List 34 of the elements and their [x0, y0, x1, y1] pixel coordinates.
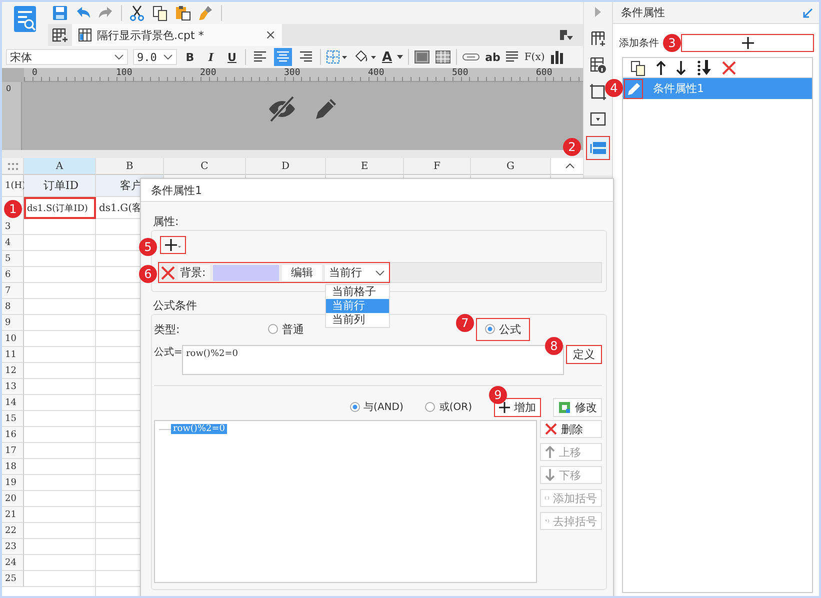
panel-title: 条件属性 — [621, 5, 665, 20]
row-number: 8 — [2, 299, 24, 315]
row-number: 19 — [2, 475, 24, 491]
vertical-ruler: 0 — [2, 82, 22, 150]
row-number: 12 — [2, 363, 24, 379]
row-number: 9 — [2, 315, 24, 331]
row-number: 3 — [2, 219, 24, 235]
row-number: 14 — [2, 395, 24, 411]
attribute-label: 背景: — [178, 265, 210, 280]
horizontal-ruler: 0 100 200 300 400 500 600 — [24, 68, 583, 82]
row-number: 21 — [2, 507, 24, 523]
table-cell: ds1.S(订单ID) — [24, 197, 96, 219]
row-number: 23 — [2, 539, 24, 555]
row-number: 13 — [2, 379, 24, 395]
formula-group-label: 公式条件 — [153, 298, 197, 312]
row-number: 15 — [2, 411, 24, 427]
row-number: 10 — [2, 331, 24, 347]
row-number: 4 — [2, 235, 24, 251]
row-number: 20 — [2, 491, 24, 507]
formula-label: 公式= — [154, 346, 182, 359]
row-number: 7 — [2, 283, 24, 299]
row-number: 16 — [2, 427, 24, 443]
table-cell: 订单ID — [24, 175, 96, 197]
row-number: 24 — [2, 555, 24, 571]
type-label: 类型: — [154, 322, 181, 336]
row-number: 22 — [2, 523, 24, 539]
row-number: 25 — [2, 571, 24, 587]
row-number: 17 — [2, 443, 24, 459]
row-number: 6 — [2, 267, 24, 283]
row-number: 11 — [2, 347, 24, 363]
add-condition-label: 添加条件 — [619, 36, 659, 50]
dialog-title: 条件属性1 — [141, 179, 613, 202]
row-number: 18 — [2, 459, 24, 475]
row-number: 5 — [2, 251, 24, 267]
